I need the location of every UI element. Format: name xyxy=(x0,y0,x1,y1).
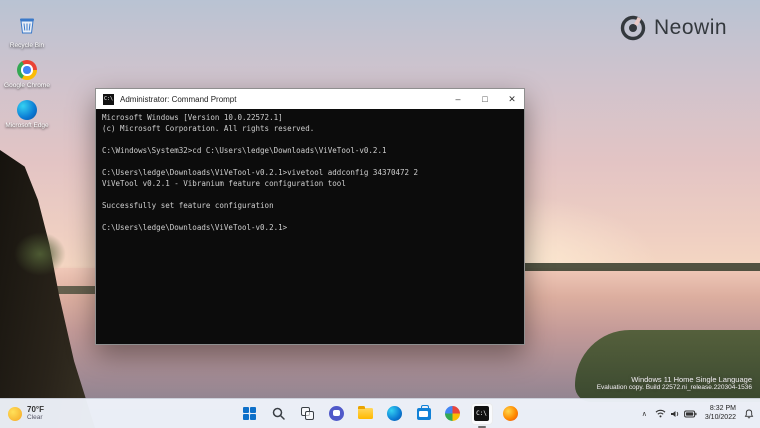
chat-icon xyxy=(329,406,344,421)
file-explorer-button[interactable] xyxy=(355,403,377,425)
edge-icon xyxy=(17,100,37,120)
battery-icon xyxy=(684,410,697,418)
desktop-icon-list: Recycle Bin Google Chrome Microsoft Edge xyxy=(2,15,52,129)
window-controls: – □ ✕ xyxy=(453,89,517,109)
neowin-logo-text: Neowin xyxy=(654,16,727,40)
store-icon xyxy=(417,408,431,420)
volume-icon xyxy=(670,409,680,419)
store-button[interactable] xyxy=(413,403,435,425)
desktop-icon-label: Microsoft Edge xyxy=(2,122,52,129)
desktop-icon-microsoft-edge[interactable]: Microsoft Edge xyxy=(2,100,52,129)
search-button[interactable] xyxy=(268,403,290,425)
command-prompt-window: C:\ Administrator: Command Prompt – □ ✕ … xyxy=(95,88,525,345)
close-button[interactable]: ✕ xyxy=(507,89,517,109)
watermark-edition: Windows 11 Home Single Language xyxy=(597,375,752,384)
weather-condition: Clear xyxy=(27,414,44,422)
firefox-button[interactable] xyxy=(500,403,522,425)
system-tray: ∧ 8:32 PM 3/10/2022 xyxy=(642,405,754,422)
cmd-app-icon: C:\ xyxy=(103,94,114,105)
chrome-icon xyxy=(17,60,37,80)
cmd-icon: C:\ xyxy=(474,406,489,421)
wallpaper-cliff-vegetation xyxy=(14,232,66,276)
weather-sun-icon xyxy=(8,407,22,421)
clock-date: 3/10/2022 xyxy=(705,414,736,423)
evaluation-watermark: Windows 11 Home Single Language Evaluati… xyxy=(597,375,752,392)
desktop-icon-google-chrome[interactable]: Google Chrome xyxy=(2,60,52,89)
taskbar-icon-strip: C:\ xyxy=(239,403,522,425)
start-button[interactable] xyxy=(239,403,261,425)
chat-button[interactable] xyxy=(326,403,348,425)
neowin-logo: Neowin xyxy=(620,15,727,41)
watermark-build: Evaluation copy. Build 22572.ni_release.… xyxy=(597,384,752,392)
taskbar: 70°F Clear xyxy=(0,398,760,428)
desktop-icon-label: Recycle Bin xyxy=(2,42,52,49)
clock-time: 8:32 PM xyxy=(705,405,736,414)
search-icon xyxy=(272,407,285,420)
edge-button[interactable] xyxy=(384,403,406,425)
system-status-icons[interactable] xyxy=(655,409,697,419)
task-view-button[interactable] xyxy=(297,403,319,425)
edge-icon xyxy=(387,406,402,421)
photos-button[interactable] xyxy=(442,403,464,425)
weather-temperature: 70°F xyxy=(27,405,44,414)
wifi-icon xyxy=(655,409,666,418)
photos-icon xyxy=(445,406,460,421)
terminal-output: Microsoft Windows [Version 10.0.22572.1]… xyxy=(102,112,518,233)
desktop-icon-label: Google Chrome xyxy=(2,82,52,89)
folder-icon xyxy=(358,408,373,419)
firefox-icon xyxy=(503,406,518,421)
windows-logo-icon xyxy=(243,407,256,420)
window-titlebar[interactable]: C:\ Administrator: Command Prompt – □ ✕ xyxy=(96,89,524,109)
window-title: Administrator: Command Prompt xyxy=(120,95,236,104)
desktop-icon-recycle-bin[interactable]: Recycle Bin xyxy=(2,15,52,49)
weather-widget[interactable]: 70°F Clear xyxy=(8,405,44,422)
taskbar-clock[interactable]: 8:32 PM 3/10/2022 xyxy=(705,405,736,422)
neowin-logo-icon xyxy=(620,15,646,41)
command-prompt-taskbar-button[interactable]: C:\ xyxy=(471,403,493,425)
notification-bell-icon[interactable] xyxy=(744,409,754,419)
hidden-icons-chevron[interactable]: ∧ xyxy=(642,410,647,418)
maximize-button[interactable]: □ xyxy=(480,89,490,109)
desktop: Neowin Recycle Bin Google Chrome Microso… xyxy=(0,0,760,428)
terminal-output-area[interactable]: Microsoft Windows [Version 10.0.22572.1]… xyxy=(96,109,524,236)
task-view-icon xyxy=(301,407,314,420)
recycle-bin-icon xyxy=(17,15,37,35)
minimize-button[interactable]: – xyxy=(453,89,463,109)
